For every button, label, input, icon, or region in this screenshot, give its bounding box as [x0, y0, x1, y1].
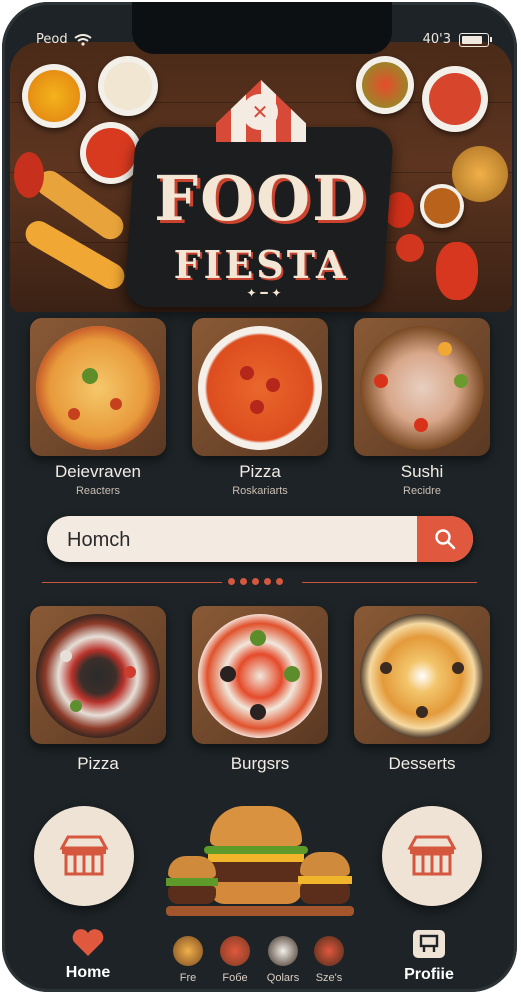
food-thumb-icon — [220, 936, 250, 966]
wifi-icon — [73, 33, 92, 46]
burgers-image — [164, 802, 356, 920]
food-thumb-icon — [268, 936, 298, 966]
category-card-sushi[interactable] — [354, 318, 490, 456]
profile-icon — [413, 930, 445, 958]
category-card-pizza[interactable] — [192, 318, 328, 456]
heart-icon — [72, 929, 104, 956]
nav-item-2[interactable]: Qolars — [260, 936, 306, 984]
nav-item-label: Fre — [179, 972, 197, 984]
chef-badge-icon: ✕ — [242, 94, 278, 130]
bottom-nav: Home Fre Foбe Qolars Sze's Profiie — [2, 922, 517, 992]
carrier-label: Peod — [36, 32, 68, 47]
bowl-icon — [98, 56, 158, 116]
category-card-burgers[interactable] — [192, 606, 328, 744]
card-subtitle: Roskariarts — [232, 485, 288, 497]
card-title: Deievraven — [55, 462, 141, 481]
divider — [302, 582, 477, 583]
nav-item-label: Foбe — [222, 972, 248, 984]
vegetable-icon — [396, 234, 424, 262]
card-title: Desserts — [388, 754, 456, 773]
card-title: Burgsrs — [230, 754, 290, 773]
nav-item-label: Sze's — [315, 972, 343, 984]
vegetable-icon — [436, 242, 478, 300]
card-subtitle: Recidre — [403, 485, 441, 497]
bowl-icon — [22, 64, 86, 128]
bowl-icon — [356, 56, 414, 114]
category-card-pizza-bottom[interactable] — [30, 606, 166, 744]
card-title: Sushi — [400, 462, 444, 481]
app-subtitle: FIESTA — [173, 242, 349, 287]
card-title: Pizza — [239, 462, 281, 481]
dessert-image — [360, 614, 484, 738]
store-icon — [407, 835, 457, 876]
phone-frame: Peod 40'3 ✕ FOOD FIESTA ✦ ━ ✦ Deievraven… — [2, 2, 517, 992]
bowl-icon — [422, 66, 488, 132]
search-bar — [47, 516, 473, 562]
nav-item-label: Qolars — [266, 972, 300, 984]
pizza-image — [198, 326, 322, 450]
vegetable-icon — [14, 152, 44, 198]
store-button-right[interactable] — [382, 806, 482, 906]
pizza-image — [36, 614, 160, 738]
search-input[interactable] — [65, 524, 409, 556]
nav-item-0[interactable]: Fre — [168, 936, 208, 984]
divider — [42, 582, 222, 583]
nav-home-label: Home — [65, 964, 111, 981]
bread-icon — [452, 146, 508, 202]
page-indicator — [228, 578, 283, 585]
clock-label: 40'3 — [422, 32, 451, 47]
search-icon — [435, 529, 456, 550]
nav-item-1[interactable]: Foбe — [212, 936, 258, 984]
food-thumb-icon — [173, 936, 203, 966]
card-subtitle: Reacters — [75, 485, 121, 497]
nav-profile-label: Profiie — [404, 966, 454, 983]
food-thumb-icon — [314, 936, 344, 966]
category-card-deievraven[interactable] — [30, 318, 166, 456]
nav-item-3[interactable]: Sze's — [306, 936, 352, 984]
app-title: FOOD — [154, 162, 368, 235]
nav-profile[interactable]: Profiie — [394, 928, 464, 984]
title-ornament: ✦ ━ ✦ — [246, 286, 282, 300]
card-title: Pizza — [77, 754, 119, 773]
nav-home[interactable]: Home — [58, 928, 118, 982]
search-button[interactable] — [417, 516, 473, 562]
status-bar: Peod 40'3 — [2, 32, 517, 52]
store-button-left[interactable] — [34, 806, 134, 906]
category-card-desserts[interactable] — [354, 606, 490, 744]
store-icon — [59, 835, 109, 876]
pizza-image — [36, 326, 160, 450]
battery-icon — [459, 32, 492, 47]
